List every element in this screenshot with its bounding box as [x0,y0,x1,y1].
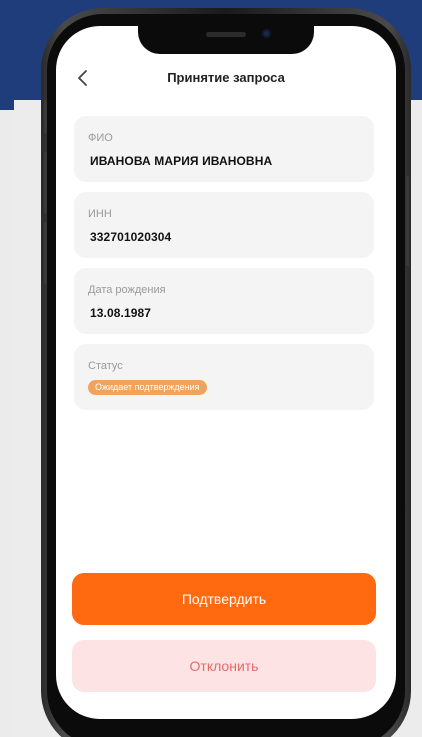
phone-screen: Принятие запроса ФИО ИВАНОВА МАРИЯ ИВАНО… [56,26,396,719]
fio-value: ИВАНОВА МАРИЯ ИВАНОВНА [90,154,273,168]
confirm-button[interactable]: Подтвердить [72,573,376,625]
front-camera [262,29,271,38]
phone-notch [138,20,314,54]
birth-date-card: Дата рождения 13.08.1987 [74,268,374,334]
speaker-grille [206,32,246,37]
birth-date-value: 13.08.1987 [90,306,152,320]
inn-value: 332701020304 [90,230,172,244]
birth-date-label: Дата рождения [88,284,166,296]
status-badge: Ожидает подтверждения [88,380,207,395]
inn-card: ИНН 332701020304 [74,192,374,258]
inn-label: ИНН [88,208,112,220]
reject-button[interactable]: Отклонить [72,640,376,692]
page-title: Принятие запроса [167,70,285,85]
fio-label: ФИО [88,132,113,144]
fio-card: ФИО ИВАНОВА МАРИЯ ИВАНОВНА [74,116,374,182]
app-header: Принятие запроса [56,64,396,94]
phone-side-button [406,176,409,266]
status-card: Статус Ожидает подтверждения [74,344,374,410]
status-label: Статус [88,360,123,372]
